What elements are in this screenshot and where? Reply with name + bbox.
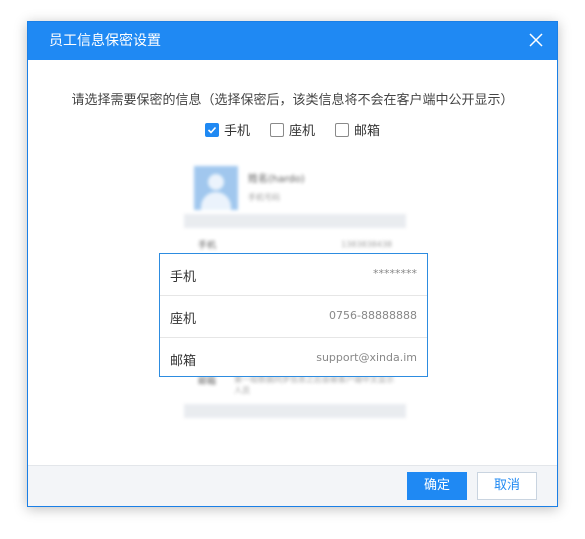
confidential-settings-dialog: 员工信息保密设置 请选择需要保密的信息（选择保密后，该类信息将不会在客户端中公开… xyxy=(27,21,558,507)
confidential-options: 手机 座机 邮箱 xyxy=(28,120,557,139)
phone-checkbox[interactable] xyxy=(204,122,219,137)
preview-bar xyxy=(184,214,406,228)
landline-option-label: 座机 xyxy=(288,124,315,139)
card-row-email: 邮箱 support@xinda.im xyxy=(160,338,427,379)
dialog-footer: 确定 取消 xyxy=(28,465,557,506)
card-phone-value: ******** xyxy=(373,267,417,280)
close-icon[interactable] xyxy=(527,31,545,49)
contact-info-card: 手机 ******** 座机 0756-88888888 邮箱 support@… xyxy=(159,253,428,377)
card-phone-label: 手机 xyxy=(170,270,197,285)
card-email-value: support@xinda.im xyxy=(316,351,417,364)
option-phone[interactable]: 手机 xyxy=(204,120,250,139)
preview-phone-label: 手机 xyxy=(198,241,217,251)
card-landline-label: 座机 xyxy=(170,312,197,327)
landline-checkbox[interactable] xyxy=(269,122,284,137)
card-row-landline: 座机 0756-88888888 xyxy=(160,296,427,338)
confirm-button[interactable]: 确定 xyxy=(407,472,467,500)
card-landline-value: 0756-88888888 xyxy=(329,309,417,322)
option-email[interactable]: 邮箱 xyxy=(335,120,380,139)
option-landline[interactable]: 座机 xyxy=(269,120,315,139)
preview-bar-bottom xyxy=(184,404,406,418)
check-icon xyxy=(207,126,217,134)
card-email-label: 邮箱 xyxy=(170,354,197,369)
dialog-header: 员工信息保密设置 xyxy=(28,22,557,60)
preview-phone-value: 1383838438 xyxy=(341,240,392,249)
email-checkbox[interactable] xyxy=(335,122,349,137)
avatar xyxy=(194,166,238,210)
dialog-title: 员工信息保密设置 xyxy=(49,33,161,49)
preview-name: 姓名(hardo) xyxy=(248,174,305,185)
cancel-button[interactable]: 取消 xyxy=(477,472,537,500)
dialog-description: 请选择需要保密的信息（选择保密后，该类信息将不会在客户端中公开显示） xyxy=(71,93,514,108)
preview-subtitle: 手机号码 xyxy=(248,193,280,202)
phone-option-label: 手机 xyxy=(223,124,250,139)
card-row-phone: 手机 ******** xyxy=(160,254,427,296)
email-option-label: 邮箱 xyxy=(354,124,381,139)
